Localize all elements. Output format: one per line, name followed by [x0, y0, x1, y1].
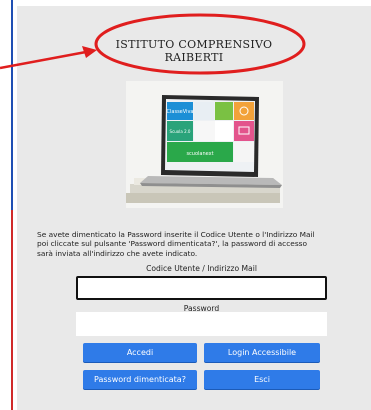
accessible-login-button[interactable]: Login Accessibile: [204, 343, 320, 362]
password-input[interactable]: [76, 312, 327, 336]
forgot-password-button[interactable]: Password dimenticata?: [83, 370, 197, 389]
username-input[interactable]: [76, 276, 327, 300]
username-label: Codice Utente / Indirizzo Mail: [146, 264, 257, 273]
school-name-line1: ISTITUTO COMPRENSIVO: [115, 38, 273, 51]
tile-label-scuolanext: scuolanext: [186, 151, 213, 157]
tile-label-spaggiari: Scuola 2.0: [170, 129, 191, 134]
left-accent-rule: [11, 0, 13, 410]
forgot-password-instructions: Se avete dimenticato la Password inserit…: [37, 230, 371, 258]
hero-image-laptop: ClasseViva Scuola 2.0 scuolanext: [126, 81, 283, 208]
laptop-illustration: ClasseViva Scuola 2.0 scuolanext: [126, 95, 282, 203]
login-button[interactable]: Accedi: [83, 343, 197, 362]
instructions-line2: poi cliccate sul pulsante 'Password dime…: [37, 239, 308, 249]
school-name-line2: RAIBERTI: [164, 51, 224, 64]
school-name: ISTITUTO COMPRENSIVO RAIBERTI: [17, 38, 371, 64]
instructions-line3: sarà inviata all'indirizzo che avete ind…: [37, 248, 198, 258]
tile-label-classeviva: ClasseViva: [167, 109, 194, 115]
instructions-line1: Se avete dimenticato la Password inserit…: [37, 230, 315, 239]
exit-button[interactable]: Esci: [204, 370, 320, 389]
